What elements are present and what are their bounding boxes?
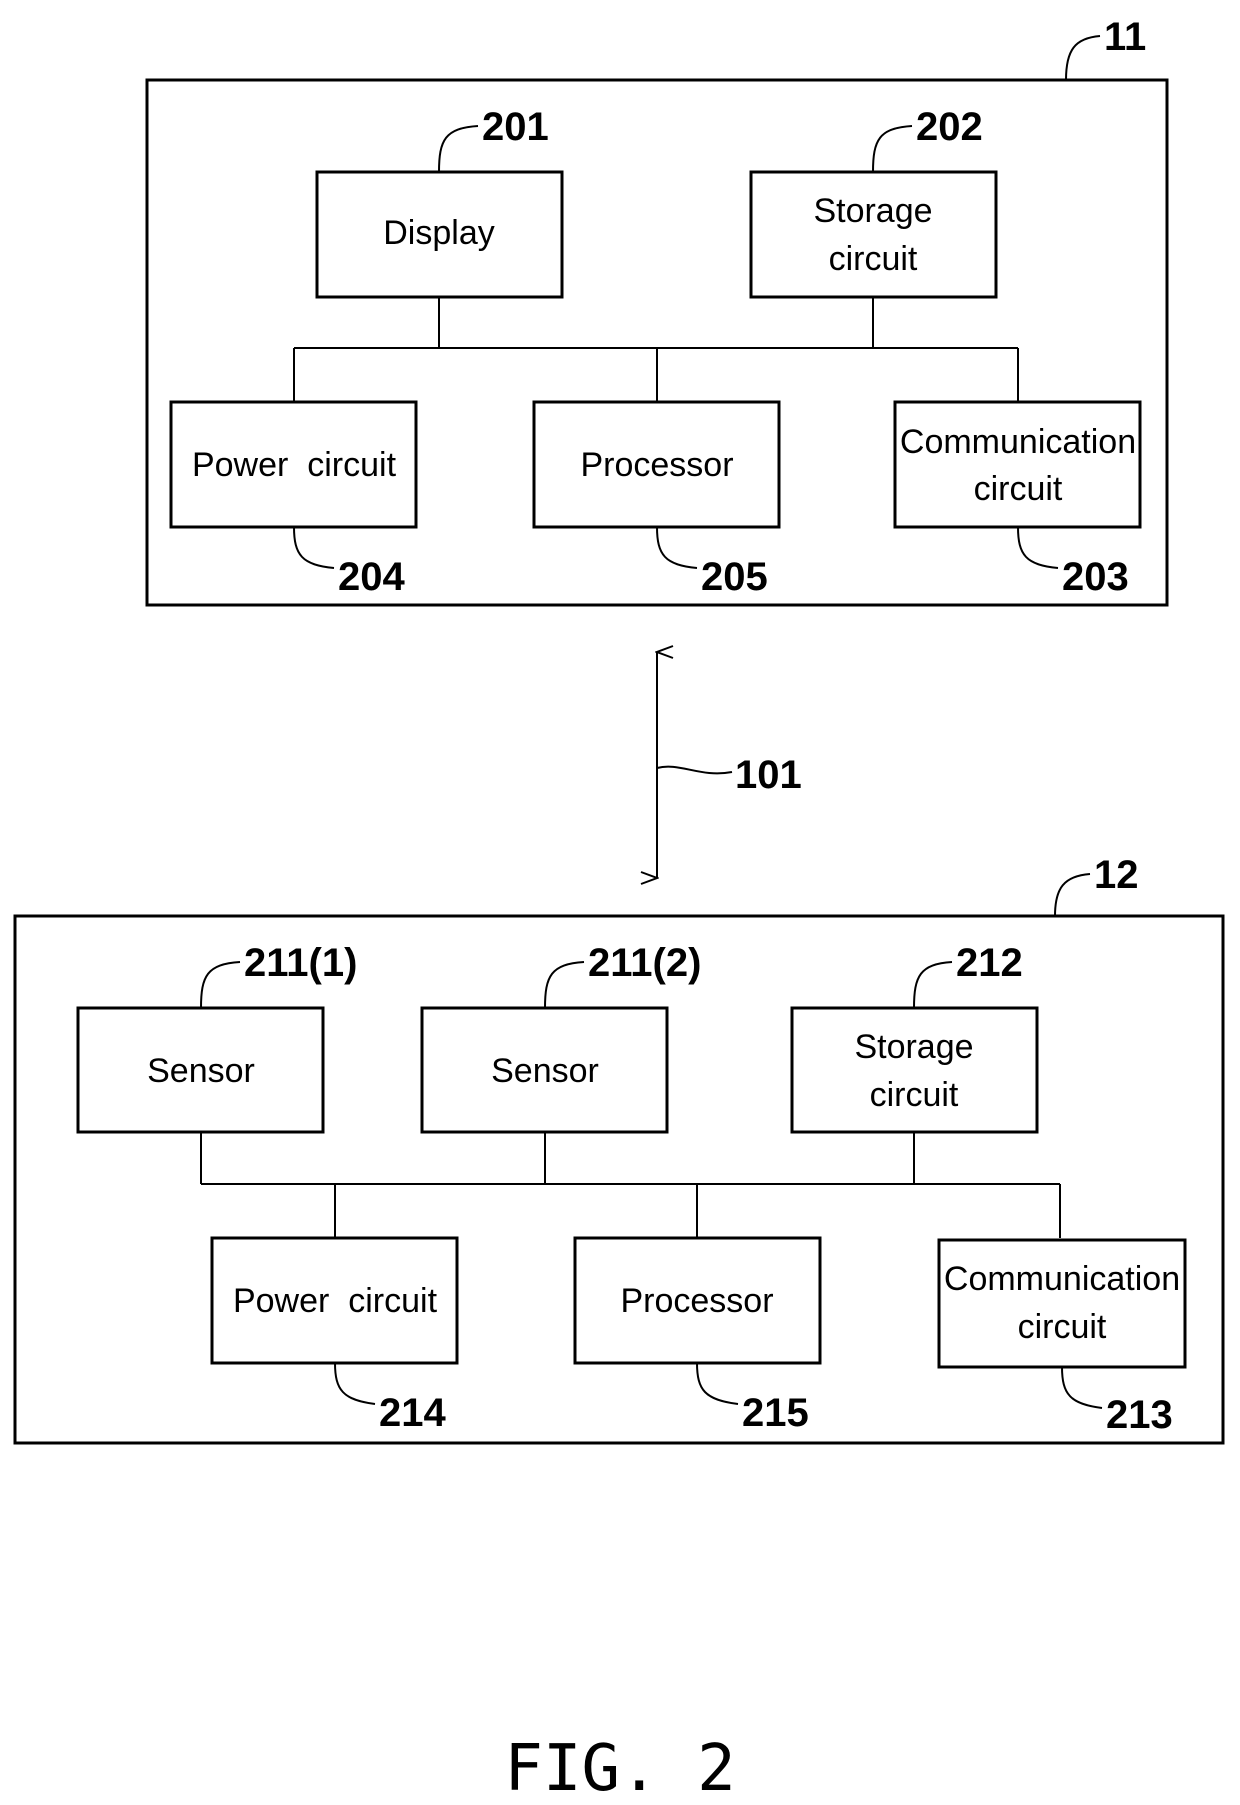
communication-12-label-line2: circuit — [1018, 1308, 1107, 1346]
figure-label: FIG. 2 — [504, 1732, 735, 1805]
sensor-2-ref: 211(2) — [588, 941, 701, 985]
device-12-bus — [200, 1132, 1061, 1238]
power-12-label: Power circuit — [233, 1282, 438, 1320]
storage-label-line2: circuit — [829, 240, 918, 278]
display-ref: 201 — [482, 105, 549, 149]
device-12-ref: 12 — [1094, 853, 1139, 897]
block-diagram: 11 Display 201 Storage circuit 202 Power… — [13, 15, 1225, 1805]
device-12-leader — [1054, 873, 1091, 917]
storage-12-leader — [913, 961, 953, 1009]
storage-ref: 202 — [916, 105, 983, 149]
communication-12-ref: 213 — [1106, 1393, 1173, 1437]
power-12-ref: 214 — [379, 1391, 446, 1435]
communication-ref: 203 — [1062, 555, 1129, 599]
sensor-1-block: Sensor 211(1) — [76, 941, 357, 1134]
device-11-leader — [1065, 35, 1101, 81]
power-block: Power circuit 204 — [169, 400, 418, 599]
display-block: Display 201 — [315, 105, 564, 299]
processor-12-label: Processor — [620, 1282, 773, 1320]
processor-12-block: Processor 215 — [573, 1236, 822, 1435]
display-leader — [438, 125, 479, 173]
sensor-2-leader — [544, 961, 585, 1009]
processor-leader — [656, 526, 698, 569]
power-label: Power circuit — [192, 446, 397, 484]
communication-label-line2: circuit — [974, 470, 1063, 508]
storage-12-block: Storage circuit 212 — [790, 941, 1039, 1134]
processor-12-leader — [696, 1362, 739, 1405]
storage-12-label-line2: circuit — [870, 1076, 959, 1114]
storage-block: Storage circuit 202 — [749, 105, 998, 299]
storage-12-ref: 212 — [956, 941, 1023, 985]
processor-12-ref: 215 — [742, 1391, 809, 1435]
sensor-1-ref: 211(1) — [244, 941, 357, 985]
communication-label-line1: Communication — [900, 423, 1136, 461]
device-11-bus — [293, 296, 1019, 402]
sensor-1-leader — [200, 961, 241, 1009]
storage-leader — [872, 125, 913, 173]
communication-12-label-line1: Communication — [944, 1260, 1180, 1298]
storage-label-line1: Storage — [813, 192, 932, 230]
link-leader — [656, 765, 733, 775]
display-label: Display — [383, 214, 494, 252]
communication-leader — [1017, 526, 1059, 569]
device-11-ref: 11 — [1104, 15, 1146, 59]
sensor-2-block: Sensor 211(2) — [420, 941, 701, 1134]
power-12-block: Power circuit 214 — [210, 1236, 459, 1435]
sensor-2-label: Sensor — [491, 1052, 599, 1090]
link-101: 101 — [657, 652, 802, 878]
sensor-1-label: Sensor — [147, 1052, 255, 1090]
power-ref: 204 — [338, 555, 405, 599]
storage-12-label-line1: Storage — [854, 1028, 973, 1066]
communication-12-leader — [1061, 1366, 1103, 1409]
processor-ref: 205 — [701, 555, 768, 599]
power-leader — [293, 526, 335, 569]
device-11: 11 Display 201 Storage circuit 202 Power… — [145, 15, 1169, 607]
device-12: 12 Sensor 211(1) Sensor 211(2) Storage c… — [13, 853, 1225, 1445]
power-12-leader — [334, 1362, 376, 1405]
link-ref: 101 — [735, 753, 802, 797]
processor-label: Processor — [580, 446, 733, 484]
communication-block: Communication circuit 203 — [893, 400, 1142, 599]
communication-12-block: Communication circuit 213 — [937, 1238, 1187, 1437]
processor-block: Processor 205 — [532, 400, 781, 599]
